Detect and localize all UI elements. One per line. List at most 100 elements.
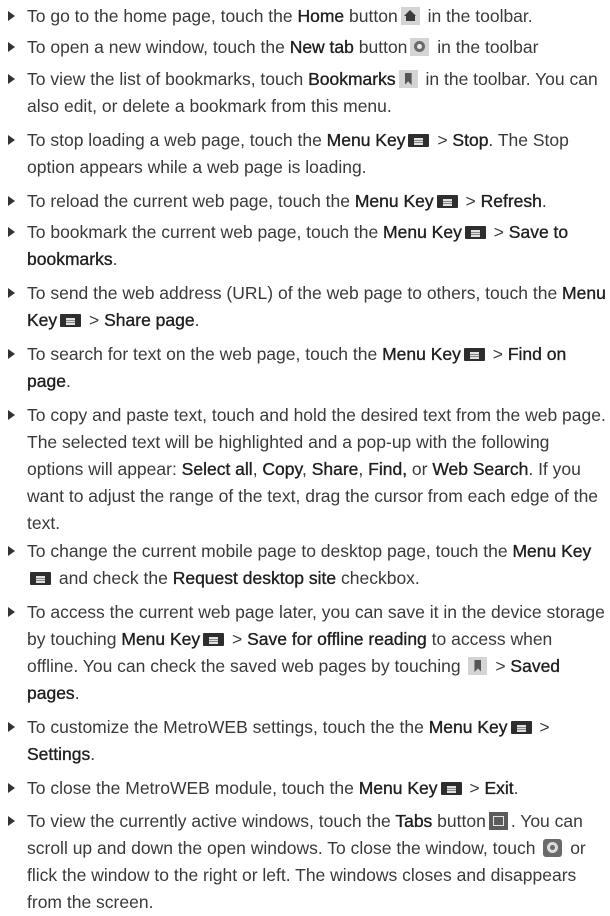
text: . (90, 744, 96, 764)
text: > (488, 222, 509, 242)
menu-key-icon (30, 572, 51, 585)
bold-term: Stop (452, 130, 489, 150)
text: . (513, 778, 519, 798)
bullet-icon (8, 227, 15, 237)
text: or (407, 459, 433, 479)
bold-term: Menu Key (383, 222, 462, 242)
bold-term: Menu Key (512, 541, 592, 561)
text: button (344, 6, 398, 26)
bold-term: Menu Key (326, 130, 406, 150)
menu-key-icon (436, 195, 458, 208)
list-item-desktop-site: To change the current mobile page to des… (8, 538, 606, 592)
menu-key-icon (203, 633, 225, 646)
text: To reload the current web page, touch th… (27, 191, 355, 211)
bold-term: Copy (262, 459, 302, 479)
text: . (65, 371, 71, 391)
text: To bookmark the current web page, touch … (27, 222, 384, 242)
list-item-exit: To close the MetroWEB module, touch the … (8, 775, 606, 802)
bold-term: Menu Key (121, 629, 201, 649)
bullet-icon (8, 288, 15, 298)
bold-term: Bookmarks (308, 69, 396, 89)
text: , (358, 459, 369, 479)
text: . (74, 683, 80, 703)
text: button (353, 37, 408, 57)
bullet-icon (8, 410, 15, 420)
bookmark-icon (468, 657, 488, 675)
text: and check the (54, 568, 173, 588)
bullet-icon (8, 196, 15, 206)
bold-term: Exit (484, 778, 514, 798)
menu-key-icon (510, 721, 532, 734)
bullet-icon (8, 42, 15, 52)
text: To open a new window, touch the (27, 37, 290, 57)
menu-key-icon (464, 226, 486, 239)
bold-term: New tab (289, 37, 355, 57)
text: > (84, 310, 105, 330)
bold-term: Share page (104, 310, 195, 330)
bold-term: Request desktop site (172, 568, 337, 588)
document-page: To go to the home page, touch the Home b… (0, 0, 610, 912)
text: To change the current mobile page to des… (27, 541, 513, 561)
bold-term: Select all (181, 459, 253, 479)
list-item-bookmarks: To view the list of bookmarks, touch Boo… (8, 66, 606, 120)
list-item-stop: To stop loading a web page, touch the Me… (8, 127, 606, 181)
bullet-icon (8, 722, 15, 732)
bookmark-icon (398, 70, 418, 88)
text: To close the MetroWEB module, touch the (27, 778, 359, 798)
text: . (194, 310, 200, 330)
menu-key-icon (463, 348, 485, 361)
list-item-settings: To customize the MetroWEB settings, touc… (8, 714, 606, 768)
text: > (464, 778, 485, 798)
bold-term: Menu Key (428, 717, 508, 737)
text: button (432, 811, 486, 831)
bold-term: Web Search (432, 459, 529, 479)
bullet-icon (8, 74, 15, 84)
bold-term: Menu Key (382, 344, 461, 364)
menu-key-icon (60, 314, 82, 327)
text: To stop loading a web page, touch the (27, 130, 327, 150)
text: To search for text on the web page, touc… (27, 344, 383, 364)
list-item-refresh: To reload the current web page, touch th… (8, 188, 606, 215)
text: > (534, 717, 550, 737)
list-item-share-page: To send the web address (URL) of the web… (8, 280, 606, 334)
bold-term: Menu Key (354, 191, 434, 211)
list-item-save-bookmark: To bookmark the current web page, touch … (8, 219, 606, 273)
text: . (541, 191, 547, 211)
bold-term: Menu Key (358, 778, 438, 798)
tabs-icon (488, 812, 508, 830)
bullet-icon (8, 783, 15, 793)
bullet-icon (8, 11, 15, 21)
text: in the toolbar. (422, 6, 533, 26)
text: To go to the home page, touch the (27, 6, 298, 26)
text: , (301, 459, 312, 479)
text: > (487, 344, 508, 364)
menu-key-icon (408, 134, 430, 147)
bold-term: Home (297, 6, 345, 26)
text: > (432, 130, 453, 150)
new-tab-icon (410, 38, 430, 56)
list-item-offline-reading: To access the current web page later, yo… (8, 599, 606, 707)
text: To view the list of bookmarks, touch (27, 69, 309, 89)
bold-term: Find, (368, 459, 408, 479)
bullet-icon (8, 816, 15, 826)
list-item-copy-paste: To copy and paste text, touch and hold t… (8, 402, 606, 537)
text: To view the currently active windows, to… (27, 811, 396, 831)
bullet-icon (8, 135, 15, 145)
list-item-tabs: To view the currently active windows, to… (8, 808, 606, 916)
list-item-new-tab: To open a new window, touch the New tab … (8, 34, 606, 61)
bold-term: Tabs (395, 811, 433, 831)
bold-term: Settings (27, 744, 91, 764)
text: . (112, 249, 118, 269)
bullet-icon (8, 349, 15, 359)
bold-term: Save for offline reading (247, 629, 427, 649)
text: , (252, 459, 263, 479)
list-item-find-on-page: To search for text on the web page, touc… (8, 341, 606, 395)
text: in the toolbar (432, 37, 539, 57)
bullet-icon (8, 607, 15, 617)
text: > (460, 191, 481, 211)
menu-key-icon (440, 782, 462, 795)
bold-term: Refresh (480, 191, 542, 211)
text: > (227, 629, 248, 649)
list-item-home: To go to the home page, touch the Home b… (8, 3, 606, 30)
text: checkbox. (336, 568, 420, 588)
